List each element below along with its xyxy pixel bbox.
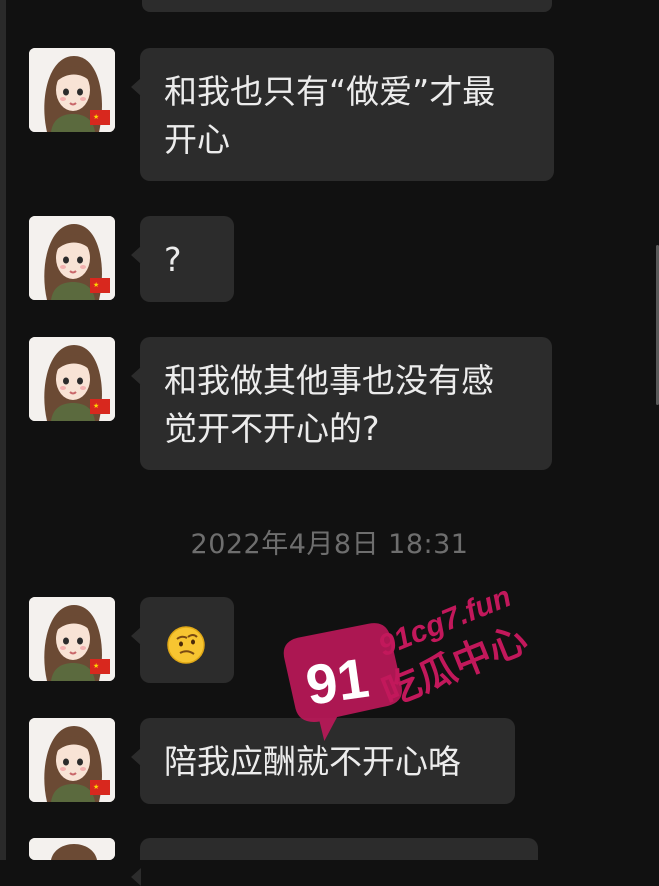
chat-timestamp: 2022年4月8日 18:31 <box>190 529 469 560</box>
message-bubble[interactable]: 和我也只有“做爱”才最 开心 <box>131 48 554 181</box>
avatar-illustration: ★ <box>29 337 115 421</box>
left-edge-strip <box>0 0 6 860</box>
message-text-line: 开心 <box>164 120 230 159</box>
message-text-line: 觉开不开心的? <box>164 409 380 448</box>
svg-text:★: ★ <box>93 113 99 121</box>
avatar-illustration <box>29 838 115 860</box>
previous-message-bubble <box>142 0 552 12</box>
message-bubble[interactable] <box>131 838 538 886</box>
message-text-line: 和我做其他事也没有感 <box>164 361 494 400</box>
message-text: ? <box>164 240 182 279</box>
message-bubble[interactable]: ? <box>131 216 234 302</box>
svg-text:★: ★ <box>93 402 99 410</box>
confused-face-emoji-icon <box>167 625 205 664</box>
watermark-brand: 吃瓜中心 <box>376 617 533 715</box>
watermark-site: 91cg7.fun <box>374 580 516 663</box>
avatar[interactable] <box>29 838 115 860</box>
message-bubble[interactable]: 和我做其他事也没有感 觉开不开心的? <box>131 337 552 470</box>
avatar-illustration: ★ <box>29 718 115 802</box>
message-bubble[interactable] <box>131 597 234 683</box>
svg-text:★: ★ <box>93 281 99 289</box>
message-bubble[interactable]: 陪我应酬就不开心咯 <box>131 718 515 804</box>
avatar-illustration: ★ <box>29 597 115 681</box>
message-text-line: 和我也只有“做爱”才最 <box>164 72 496 111</box>
avatar-illustration: ★ <box>29 216 115 300</box>
message-text: 陪我应酬就不开心咯 <box>164 742 461 781</box>
avatar[interactable]: ★ <box>29 597 115 681</box>
svg-text:★: ★ <box>93 783 99 791</box>
svg-text:★: ★ <box>93 662 99 670</box>
avatar[interactable]: ★ <box>29 337 115 421</box>
avatar-illustration: ★ <box>29 48 115 132</box>
avatar[interactable]: ★ <box>29 216 115 300</box>
avatar[interactable]: ★ <box>29 48 115 132</box>
avatar[interactable]: ★ <box>29 718 115 802</box>
watermark-number: 91 <box>302 646 372 717</box>
